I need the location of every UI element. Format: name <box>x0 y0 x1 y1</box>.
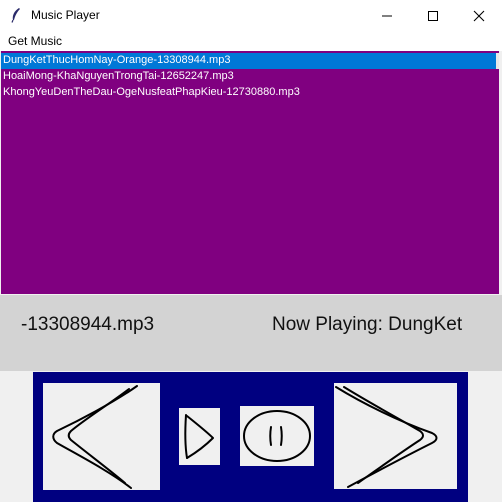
maximize-button[interactable] <box>410 0 456 31</box>
next-icon <box>335 386 438 488</box>
maximize-icon <box>428 11 438 21</box>
menu-bar: Get Music <box>0 31 502 51</box>
feather-icon <box>9 7 23 23</box>
now-playing-scroll-tail: -13308944.mp3 <box>21 314 155 335</box>
now-playing-label: Now Playing: DungKet <box>272 314 463 335</box>
pause-button[interactable] <box>240 406 314 466</box>
previous-button[interactable] <box>43 383 160 490</box>
playlist-item[interactable]: DungKetThucHomNay-Orange-13308944.mp3 <box>1 53 499 69</box>
playlist-scrollbar[interactable] <box>496 53 499 69</box>
close-button[interactable] <box>456 0 502 31</box>
title-bar: Music Player <box>0 0 502 31</box>
play-icon <box>184 414 214 459</box>
menu-get-music[interactable]: Get Music <box>8 34 62 48</box>
next-button[interactable] <box>334 383 457 489</box>
pause-icon <box>243 410 311 462</box>
play-button[interactable] <box>179 408 220 465</box>
playlist-item[interactable]: KhongYeuDenTheDau-OgeNusfeatPhapKieu-127… <box>1 85 499 101</box>
playlist-item[interactable]: HoaiMong-KhaNguyenTrongTai-12652247.mp3 <box>1 69 499 85</box>
previous-icon <box>52 385 138 489</box>
minimize-button[interactable] <box>364 0 410 31</box>
close-icon <box>473 10 485 22</box>
playlist-listbox[interactable]: DungKetThucHomNay-Orange-13308944.mp3 Ho… <box>1 51 499 294</box>
minimize-icon <box>382 15 392 17</box>
window-title: Music Player <box>31 8 100 22</box>
controls-panel <box>33 372 468 502</box>
now-playing-panel: -13308944.mp3 Now Playing: DungKet <box>0 295 502 371</box>
